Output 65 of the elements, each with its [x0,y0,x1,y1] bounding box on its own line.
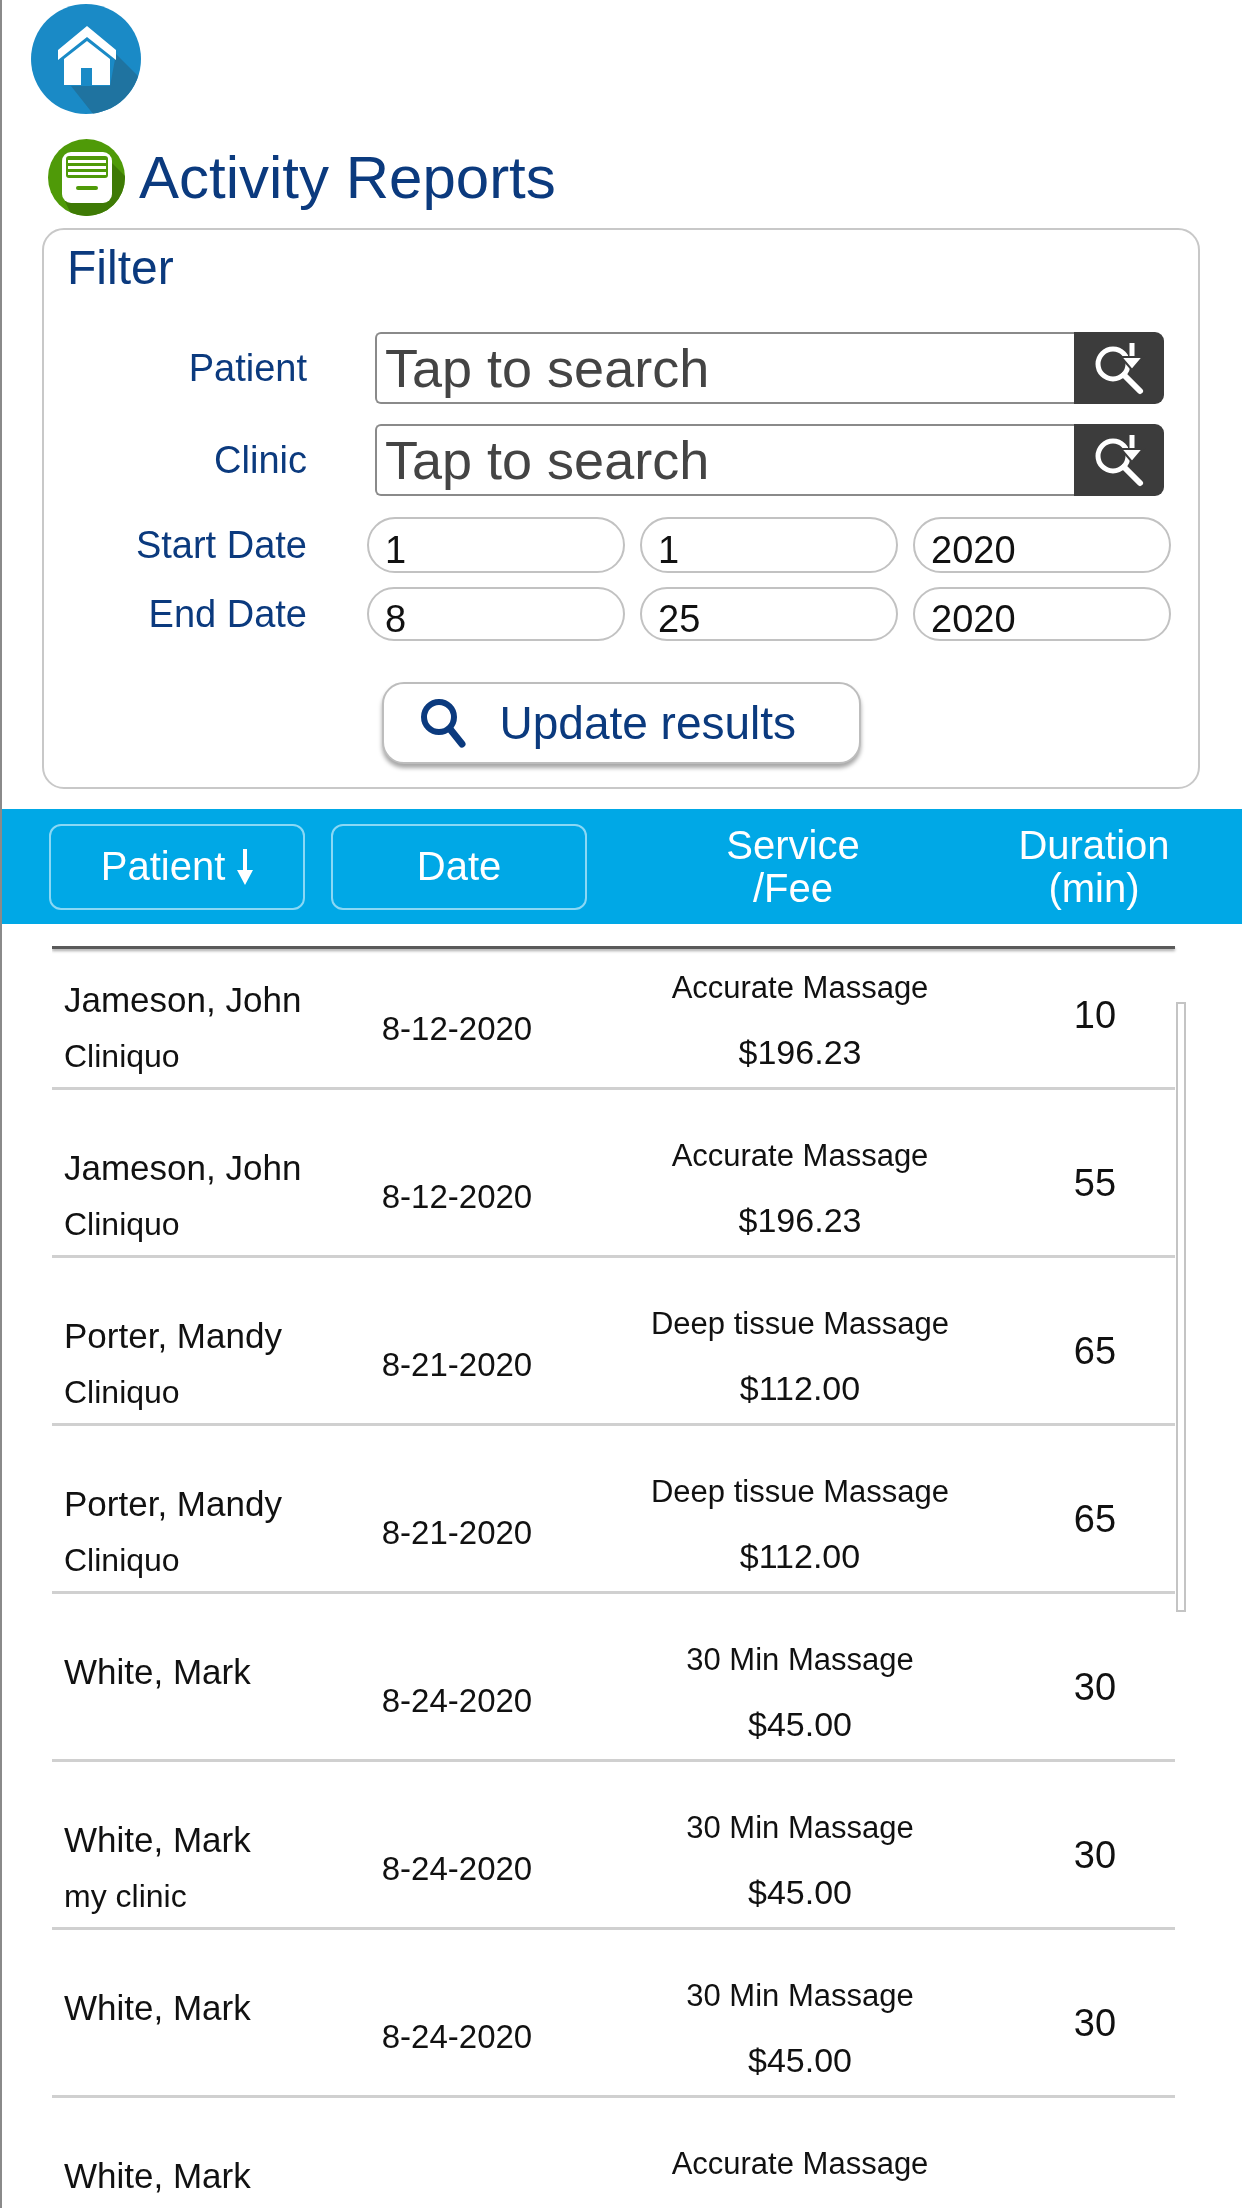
search-icon [419,698,466,748]
search-button[interactable] [1074,332,1164,404]
patient-name: White, Mark [64,1820,251,1860]
service-name: Accurate Massage [671,2146,929,2182]
visit-date: 8-24-2020 [381,1850,533,1888]
date-field[interactable]: 8 [367,587,625,641]
duration-value: 30 [1073,1666,1117,1708]
patient-name: White, Mark [64,1988,251,2028]
service-fee: $45.00 [748,2040,852,2080]
service-fee: $45.00 [748,1872,852,1912]
patient-name: Porter, Mandy [64,1484,282,1524]
clinic-name: Cliniquo [64,1205,180,1244]
service-name: 30 Min Massage [686,1978,914,2014]
visit-date: 8-24-2020 [381,2018,533,2056]
service-name: Accurate Massage [671,1138,929,1174]
visit-date: 8-21-2020 [381,1346,533,1384]
duration-value: 30 [1073,1834,1117,1876]
column-header: Duration (min) [1018,823,1170,910]
duration-value: 10 [1073,994,1117,1036]
service-name: Deep tissue Massage [650,1474,950,1510]
update-results-button[interactable]: Update results [381,682,861,764]
page-title: Activity Reports [139,143,556,213]
search-button[interactable] [1074,424,1164,496]
search-field[interactable]: Tap to search [375,332,1074,404]
field-label: Patient [188,346,307,390]
duration-value: 65 [1073,1330,1117,1372]
visit-date: 8-21-2020 [381,1514,533,1552]
patient-name: Jameson, John [64,1148,302,1188]
arrow-down-icon [237,848,254,885]
date-field[interactable]: 1 [367,517,625,573]
date-field[interactable]: 25 [640,587,898,641]
service-fee: $45.00 [748,1704,852,1744]
patient-name: Porter, Mandy [64,1316,282,1356]
column-header: Service /Fee [726,823,860,910]
clinic-name: Cliniquo [64,1037,180,1076]
field-label: Clinic [214,438,307,482]
patient-name: White, Mark [64,1652,251,1692]
service-fee: $112.00 [739,1368,861,1408]
duration-value: 65 [1073,1498,1117,1540]
service-fee: $196.23 [738,1200,862,1240]
search-field[interactable]: Tap to search [375,424,1074,496]
service-fee: $196.23 [738,1032,862,1072]
patient-name: White, Mark [64,2156,251,2196]
drawer-icon [48,139,125,216]
field-label: Start Date [135,523,307,567]
clinic-name: Cliniquo [64,1373,180,1412]
service-name: 30 Min Massage [686,1642,914,1678]
date-field[interactable]: 2020 [913,517,1171,573]
date-field[interactable]: 2020 [913,587,1171,641]
service-name: 30 Min Massage [686,1810,914,1846]
section-title: Filter [67,240,174,296]
field-label: End Date [148,592,307,636]
service-fee: $112.00 [739,1536,861,1576]
visit-date: 8-12-2020 [381,1178,533,1216]
patient-name: Jameson, John [64,980,302,1020]
visit-date: 8-12-2020 [381,1010,533,1048]
service-name: Deep tissue Massage [650,1306,950,1342]
service-name: Accurate Massage [671,970,929,1006]
clinic-name: Cliniquo [64,1541,180,1580]
date-field[interactable]: 1 [640,517,898,573]
visit-date: 8-24-2020 [381,1682,533,1720]
duration-value: 30 [1073,2002,1117,2044]
duration-value: 55 [1073,1162,1117,1204]
clinic-name: my clinic [64,1877,187,1916]
home-icon[interactable] [31,4,141,114]
